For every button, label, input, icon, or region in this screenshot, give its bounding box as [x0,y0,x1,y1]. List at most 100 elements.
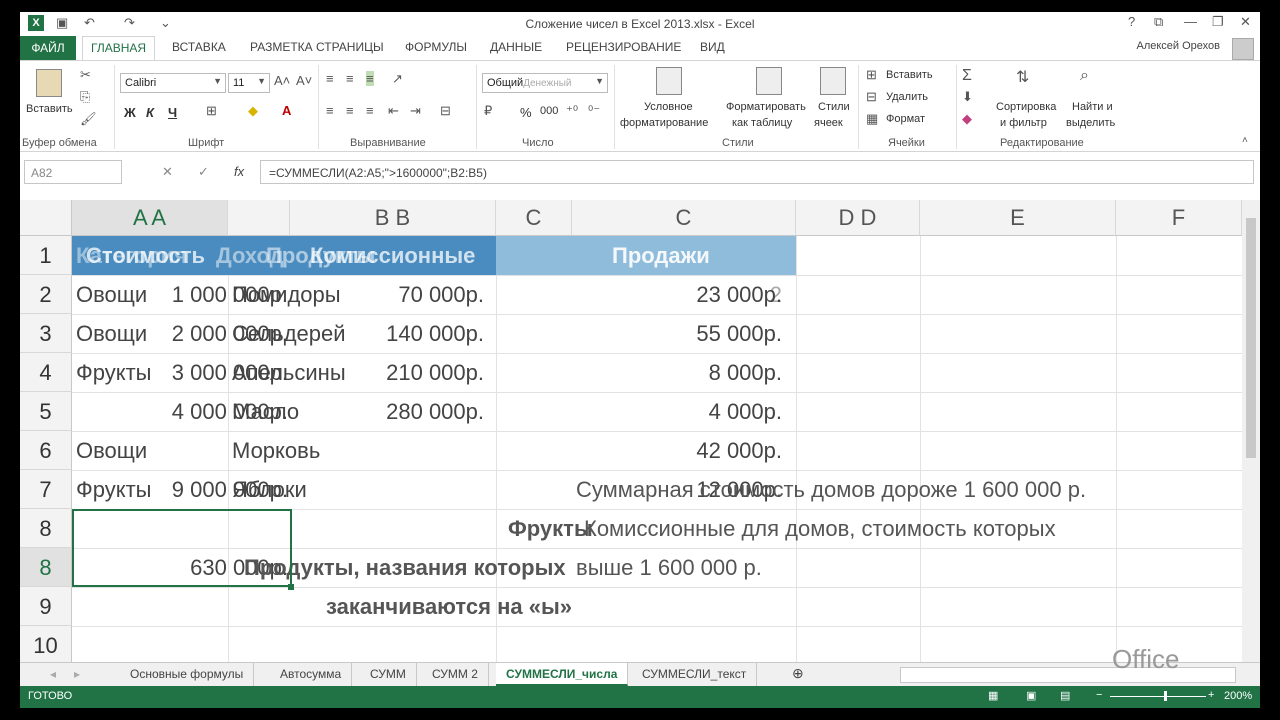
normal-view-icon[interactable]: ▦ [988,689,998,702]
align-top-icon[interactable]: ≡ [326,71,334,86]
cell-styles-label-1[interactable]: Стили [818,101,850,113]
bold-button[interactable]: Ж [124,105,136,120]
align-center-icon[interactable]: ≡ [346,103,354,118]
minimize-icon[interactable]: — [1184,14,1197,29]
select-all-corner[interactable] [20,200,72,236]
insert-cells-button[interactable]: Вставить [886,69,933,81]
row-header-9[interactable]: 9 [20,587,72,626]
align-right-icon[interactable]: ≡ [366,103,374,118]
row-header-4[interactable]: 4 [20,353,72,392]
zoom-out-icon[interactable]: − [1096,689,1102,701]
orientation-icon[interactable]: ↗ [392,71,403,87]
format-cells-button[interactable]: Формат [886,113,925,125]
align-bottom-icon[interactable]: ≡ [366,71,374,86]
find-select-label-1[interactable]: Найти и [1072,101,1113,113]
underline-button[interactable]: Ч [168,105,177,120]
tab-home[interactable]: ГЛАВНАЯ [82,36,156,61]
cell-a2[interactable]: Овощи [76,275,147,314]
row-header-6[interactable]: 6 [20,431,72,470]
cell-b5-value[interactable]: 280 000р. [360,392,484,431]
cell-styles-icon[interactable] [820,67,846,95]
format-painter-icon[interactable]: 🖌 [80,111,97,127]
cell-styles-label-2[interactable]: ячеек [814,117,843,129]
thousands-button[interactable]: 000 [540,105,558,117]
note-row8-above[interactable]: выше 1 600 000 р. [576,548,762,587]
tab-file[interactable]: ФАЙЛ [20,36,76,60]
zoom-in-icon[interactable]: + [1208,689,1214,701]
column-header-b[interactable]: B B [290,200,496,236]
conditional-formatting-label-2[interactable]: форматирование [620,117,708,129]
header-komissionnye[interactable]: Комиссионные [310,236,475,275]
fill-color-icon[interactable]: ◆ [248,103,258,119]
cell-d2[interactable]: 23 000р. [660,275,782,314]
avatar[interactable] [1232,38,1254,60]
cell-d5[interactable]: 4 000р. [660,392,782,431]
row-header-5[interactable]: 5 [20,392,72,431]
align-middle-icon[interactable]: ≡ [346,71,354,86]
fill-icon[interactable]: ⬇ [962,89,973,105]
cell-b5[interactable]: Масло [232,392,299,431]
confirm-icon[interactable]: ✓ [198,164,209,180]
row-header-10[interactable]: 10 [20,626,72,665]
note-row8-fruits[interactable]: Фрукты [508,509,593,548]
delete-cells-icon[interactable]: ⊟ [866,89,877,105]
sort-filter-label-2[interactable]: и фильтр [1000,117,1047,129]
find-select-icon[interactable]: ⌕ [1080,67,1089,85]
close-icon[interactable]: ✕ [1240,14,1251,30]
note-row9[interactable]: заканчиваются на «ы» [326,587,572,626]
row-header-8[interactable]: 8 [20,509,72,548]
cell-b6[interactable]: Морковь [232,431,320,470]
clear-icon[interactable]: ◆ [962,111,972,127]
font-color-icon[interactable]: A [282,103,291,118]
cancel-icon[interactable]: ✕ [162,164,173,180]
cell-b3[interactable]: Сельдерей [232,314,346,353]
help-icon[interactable]: ? [1128,14,1135,29]
zoom-slider[interactable] [1110,696,1206,697]
conditional-formatting-label-1[interactable]: Условное [644,101,693,113]
page-layout-view-icon[interactable]: ▣ [1026,689,1036,702]
font-size-combo[interactable]: 11 ▼ [228,73,270,93]
cell-b4[interactable]: Апельсины [232,353,346,392]
sheet-tab-sumif-numbers[interactable]: СУММЕСЛИ_числа [496,663,629,686]
restore-icon[interactable]: ❐ [1212,14,1224,30]
decrease-indent-icon[interactable]: ⇤ [388,103,399,119]
conditional-formatting-icon[interactable] [656,67,682,95]
tab-data[interactable]: ДАННЫЕ [490,40,542,54]
collapse-ribbon-icon[interactable]: ˄ [1242,135,1248,146]
column-header-e[interactable]: E [920,200,1116,236]
tab-formulas[interactable]: ФОРМУЛЫ [405,40,467,54]
page-break-view-icon[interactable]: ▤ [1060,689,1070,702]
align-left-icon[interactable]: ≡ [326,103,334,118]
increase-decimal-icon[interactable]: ⁺⁰ [566,103,578,119]
sheet-tab-autosum[interactable]: Автосумма [270,663,353,686]
sheet-tab-sumif-text[interactable]: СУММЕСЛИ_текст [632,663,758,686]
cell-d3[interactable]: 55 000р. [660,314,782,353]
insert-cells-icon[interactable]: ⊞ [866,67,877,83]
note-row7[interactable]: Суммарная стоимость домов дороже 1 600 0… [576,470,1086,509]
vertical-scroll-thumb[interactable] [1246,218,1256,458]
format-cells-icon[interactable]: ▦ [866,111,878,127]
cell-a3[interactable]: Овощи [76,314,147,353]
font-name-combo[interactable]: Calibri ▼ [120,73,226,93]
fill-handle[interactable] [288,584,294,590]
sort-filter-label-1[interactable]: Сортировка [996,101,1056,113]
cell-b2-value[interactable]: 70 000р. [360,275,484,314]
sheet-tab-summ2[interactable]: СУММ 2 [422,663,489,686]
delete-cells-button[interactable]: Удалить [886,91,928,103]
row-header-2[interactable]: 2 [20,275,72,314]
zoom-level[interactable]: 200% [1224,690,1252,702]
cell-b2[interactable]: Помидоры [232,275,341,314]
italic-button[interactable]: К [146,105,154,120]
format-as-table-icon[interactable] [756,67,782,95]
format-as-table-label-1[interactable]: Форматировать [726,101,806,113]
column-header-f[interactable]: F [1116,200,1242,236]
note-row8-products[interactable]: Продукты, названия которых [244,548,566,587]
tab-review[interactable]: РЕЦЕНЗИРОВАНИЕ [566,40,681,54]
tab-insert[interactable]: ВСТАВКА [172,40,226,54]
increase-indent-icon[interactable]: ⇥ [410,103,421,119]
cut-icon[interactable]: ✂ [80,67,91,83]
vertical-scrollbar[interactable] [1242,200,1260,670]
horizontal-scrollbar[interactable] [900,667,1236,683]
grow-font-icon[interactable]: A˄ [274,73,290,88]
borders-icon[interactable]: ⊞ [206,103,217,119]
